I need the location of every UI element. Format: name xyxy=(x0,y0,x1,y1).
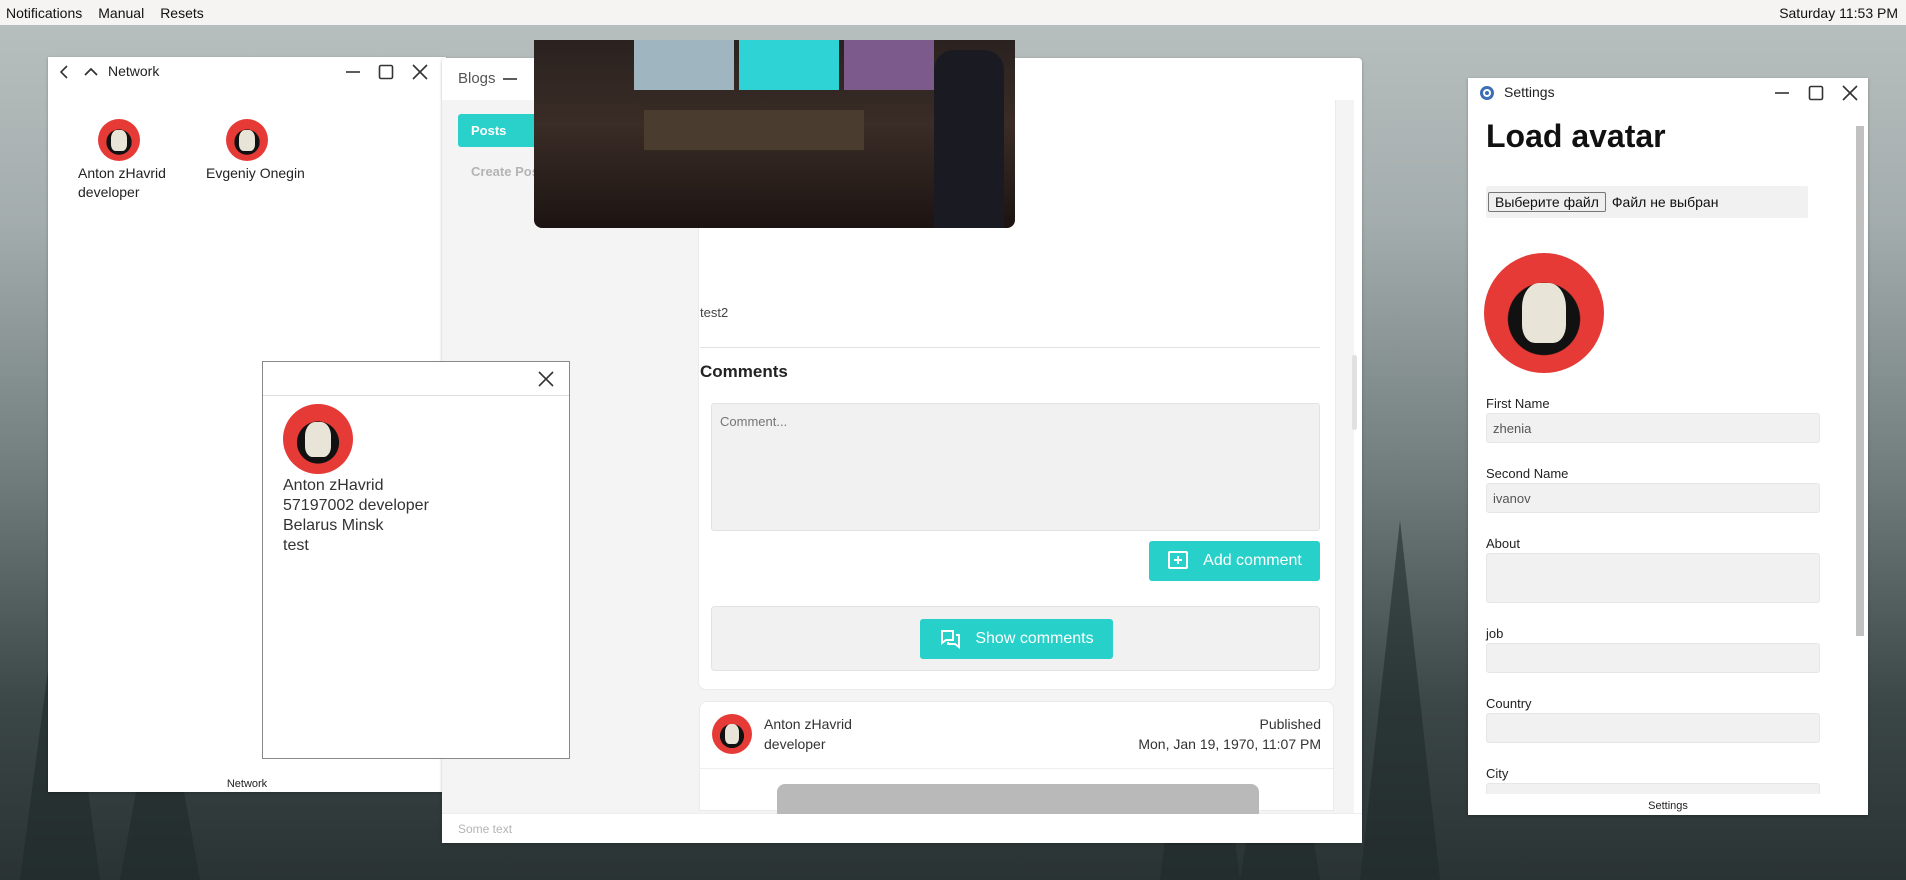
second-name-label: Second Name xyxy=(1486,466,1569,481)
profile-popup: Anton zHavrid 57197002 developer Belarus… xyxy=(262,361,570,759)
window-title: Settings xyxy=(1504,84,1555,100)
add-comment-button[interactable]: Add comment xyxy=(1149,541,1320,581)
divider xyxy=(700,768,1333,769)
show-comments-label: Show comments xyxy=(975,630,1094,647)
comment-input[interactable] xyxy=(711,403,1320,531)
country-field[interactable] xyxy=(1486,713,1820,743)
top-menubar: Notifications Manual Resets Saturday 11:… xyxy=(0,0,1906,25)
scrollbar-thumb[interactable] xyxy=(1856,126,1864,636)
comments-heading: Comments xyxy=(700,362,788,381)
settings-form: Load avatar Выберите файл Файл не выбран… xyxy=(1478,112,1852,794)
contact-item[interactable]: Anton zHavrid developer xyxy=(78,119,166,200)
status-bar: Network xyxy=(226,778,268,790)
status-bar: Settings xyxy=(1648,800,1688,812)
menu-resets[interactable]: Resets xyxy=(152,3,212,23)
image-detail xyxy=(844,40,934,90)
second-name-field[interactable]: ivanov xyxy=(1486,483,1820,513)
file-status: Файл не выбран xyxy=(1611,194,1719,210)
published-date: Mon, Jan 19, 1970, 11:07 PM xyxy=(1138,736,1321,752)
minimize-icon[interactable] xyxy=(499,68,521,90)
contact-item[interactable]: Evgeniy Onegin xyxy=(206,119,305,181)
choose-file-button[interactable]: Выберите файл xyxy=(1488,192,1606,212)
add-comment-label: Add comment xyxy=(1203,552,1302,569)
about-label: About xyxy=(1486,536,1520,551)
chevron-up-icon[interactable] xyxy=(80,61,102,83)
window-title: Blogs xyxy=(458,70,496,87)
avatar xyxy=(283,404,353,474)
avatar xyxy=(98,119,140,161)
popup-header xyxy=(263,362,569,396)
profile-location: Belarus Minsk xyxy=(283,517,384,534)
image-detail xyxy=(634,40,734,90)
profile-name: Anton zHavrid xyxy=(283,477,384,494)
settings-window: Settings Load avatar Выберите файл Файл … xyxy=(1468,78,1868,815)
maximize-icon[interactable] xyxy=(1805,82,1827,104)
profile-about: test xyxy=(283,537,309,554)
first-name-field[interactable]: zhenia xyxy=(1486,413,1820,443)
job-field[interactable] xyxy=(1486,643,1820,673)
country-label: Country xyxy=(1486,696,1532,711)
post-caption: test2 xyxy=(700,305,729,320)
menu-notifications[interactable]: Notifications xyxy=(0,3,90,23)
add-comment-icon xyxy=(1168,551,1189,569)
menu-manual[interactable]: Manual xyxy=(90,3,152,23)
maximize-icon[interactable] xyxy=(375,61,397,83)
post-author: Anton zHavrid xyxy=(764,716,852,732)
minimize-icon[interactable] xyxy=(342,61,364,83)
file-picker: Выберите файл Файл не выбран xyxy=(1486,186,1808,218)
show-comments-button[interactable]: Show comments xyxy=(920,619,1113,659)
divider xyxy=(700,347,1320,348)
settings-scrollbar[interactable] xyxy=(1853,112,1866,792)
page-title: Load avatar xyxy=(1486,118,1666,154)
city-field[interactable] xyxy=(1486,783,1820,794)
avatar xyxy=(226,119,268,161)
post-card: Anton zHavrid developer Published Mon, J… xyxy=(699,701,1334,814)
profile-job: 57197002 developer xyxy=(283,497,429,514)
job-label: job xyxy=(1486,626,1504,641)
published-label: Published xyxy=(1259,716,1322,732)
first-name-label: First Name xyxy=(1486,396,1550,411)
post-image xyxy=(534,40,1015,228)
post-author-role: developer xyxy=(764,736,826,752)
window-title: Network xyxy=(108,63,160,79)
close-icon[interactable] xyxy=(535,368,557,390)
image-detail xyxy=(739,40,839,90)
blogs-footer: Some text xyxy=(442,813,1362,843)
contact-role: developer xyxy=(78,184,140,200)
close-icon[interactable] xyxy=(409,61,431,83)
background-tree xyxy=(1360,520,1440,880)
contact-name: Evgeniy Onegin xyxy=(206,165,305,181)
feed-scrollbar[interactable] xyxy=(1352,355,1357,430)
close-icon[interactable] xyxy=(1839,82,1861,104)
contact-name: Anton zHavrid xyxy=(78,165,166,181)
avatar-preview xyxy=(1484,253,1604,373)
image-detail xyxy=(644,110,864,150)
comments-icon xyxy=(941,630,961,649)
post-image xyxy=(777,784,1259,814)
image-detail xyxy=(934,50,1004,228)
gear-icon xyxy=(1480,86,1494,100)
about-field[interactable] xyxy=(1486,553,1820,603)
clock: Saturday 11:53 PM xyxy=(1779,4,1898,21)
avatar xyxy=(712,714,752,754)
minimize-icon[interactable] xyxy=(1771,82,1793,104)
back-icon[interactable] xyxy=(54,61,76,83)
city-label: City xyxy=(1486,766,1509,781)
